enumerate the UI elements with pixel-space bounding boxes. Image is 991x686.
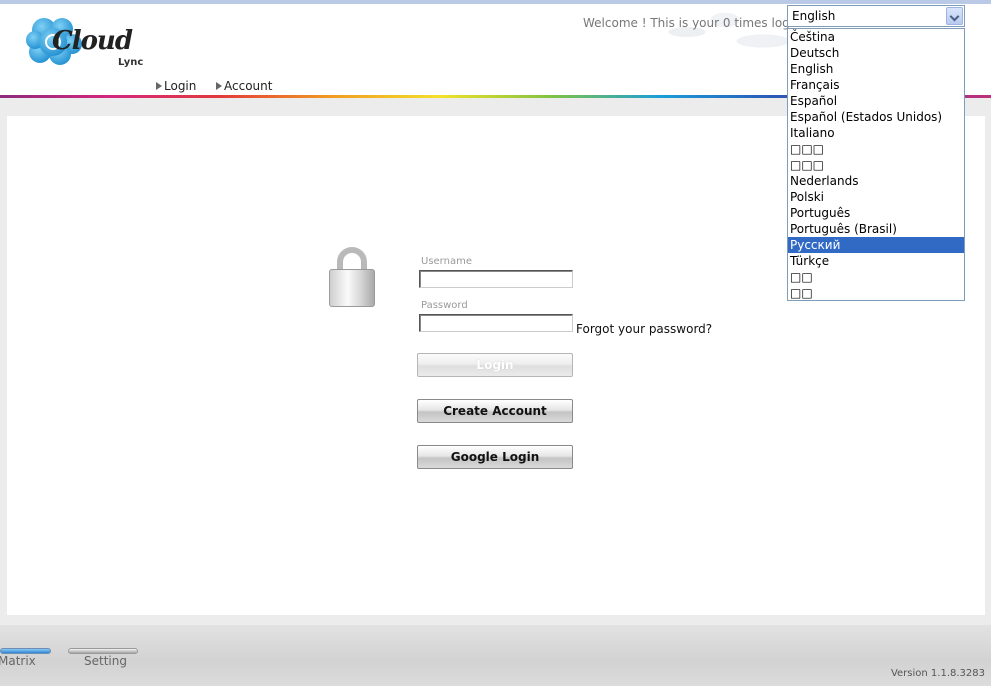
language-option[interactable]: Español xyxy=(788,93,964,109)
language-option[interactable]: Polski xyxy=(788,189,964,205)
username-label: Username xyxy=(421,256,472,267)
language-select-value: English xyxy=(792,9,836,23)
page: Cloud Lync Login Account Welcome ! This … xyxy=(0,0,991,686)
language-option[interactable]: Deutsch xyxy=(788,45,964,61)
welcome-message: Welcome ! This is your 0 times login. xyxy=(583,16,805,30)
language-option[interactable]: Nederlands xyxy=(788,173,964,189)
username-input[interactable] xyxy=(419,270,573,288)
language-option[interactable]: Français xyxy=(788,77,964,93)
padlock-icon xyxy=(329,247,375,307)
nav-account[interactable]: Account xyxy=(216,79,272,93)
tab-setting[interactable]: Setting xyxy=(68,648,140,676)
logo-text: Cloud xyxy=(52,26,133,56)
create-account-button[interactable]: Create Account xyxy=(417,399,573,423)
logo-subtext: Lync xyxy=(118,57,144,68)
language-option[interactable]: Čeština xyxy=(788,29,964,45)
language-option[interactable]: Español (Estados Unidos) xyxy=(788,109,964,125)
login-button[interactable]: Login xyxy=(417,353,573,377)
language-option[interactable]: Português xyxy=(788,205,964,221)
forgot-password-link[interactable]: Forgot your password? xyxy=(576,322,712,336)
language-option[interactable]: English xyxy=(788,61,964,77)
language-select[interactable]: English xyxy=(787,5,965,27)
cloudlync-logo: Cloud Lync xyxy=(26,12,156,74)
language-option[interactable]: Русский xyxy=(788,237,964,253)
language-option[interactable]: □□□ xyxy=(788,141,964,157)
tab-setting-label: Setting xyxy=(84,654,127,668)
arrow-right-icon xyxy=(156,82,162,90)
arrow-right-icon xyxy=(216,82,222,90)
chevron-down-icon[interactable] xyxy=(946,7,963,25)
version-text: Version 1.1.8.3283 xyxy=(890,668,985,679)
language-option[interactable]: □□ xyxy=(788,285,964,301)
footer: Matrix Setting Version 1.1.8.3283 xyxy=(0,625,991,686)
language-dropdown-list: Čeština Deutsch English Français Español Espa… xyxy=(787,28,965,301)
language-option[interactable]: Italiano xyxy=(788,125,964,141)
google-login-button[interactable]: Google Login xyxy=(417,445,573,469)
nav-login-label[interactable]: Login xyxy=(164,79,196,93)
nav-login[interactable]: Login xyxy=(156,79,196,93)
password-input[interactable] xyxy=(419,314,573,332)
padlock-body xyxy=(329,269,375,307)
tab-matrix-label: Matrix xyxy=(0,654,36,668)
nav-account-label[interactable]: Account xyxy=(224,79,272,93)
language-option[interactable]: □□□ xyxy=(788,157,964,173)
language-option[interactable]: □□ xyxy=(788,269,964,285)
tab-matrix[interactable]: Matrix xyxy=(0,648,52,676)
password-label: Password xyxy=(421,300,468,311)
language-option[interactable]: Português (Brasil) xyxy=(788,221,964,237)
language-option[interactable]: Türkçe xyxy=(788,253,964,269)
